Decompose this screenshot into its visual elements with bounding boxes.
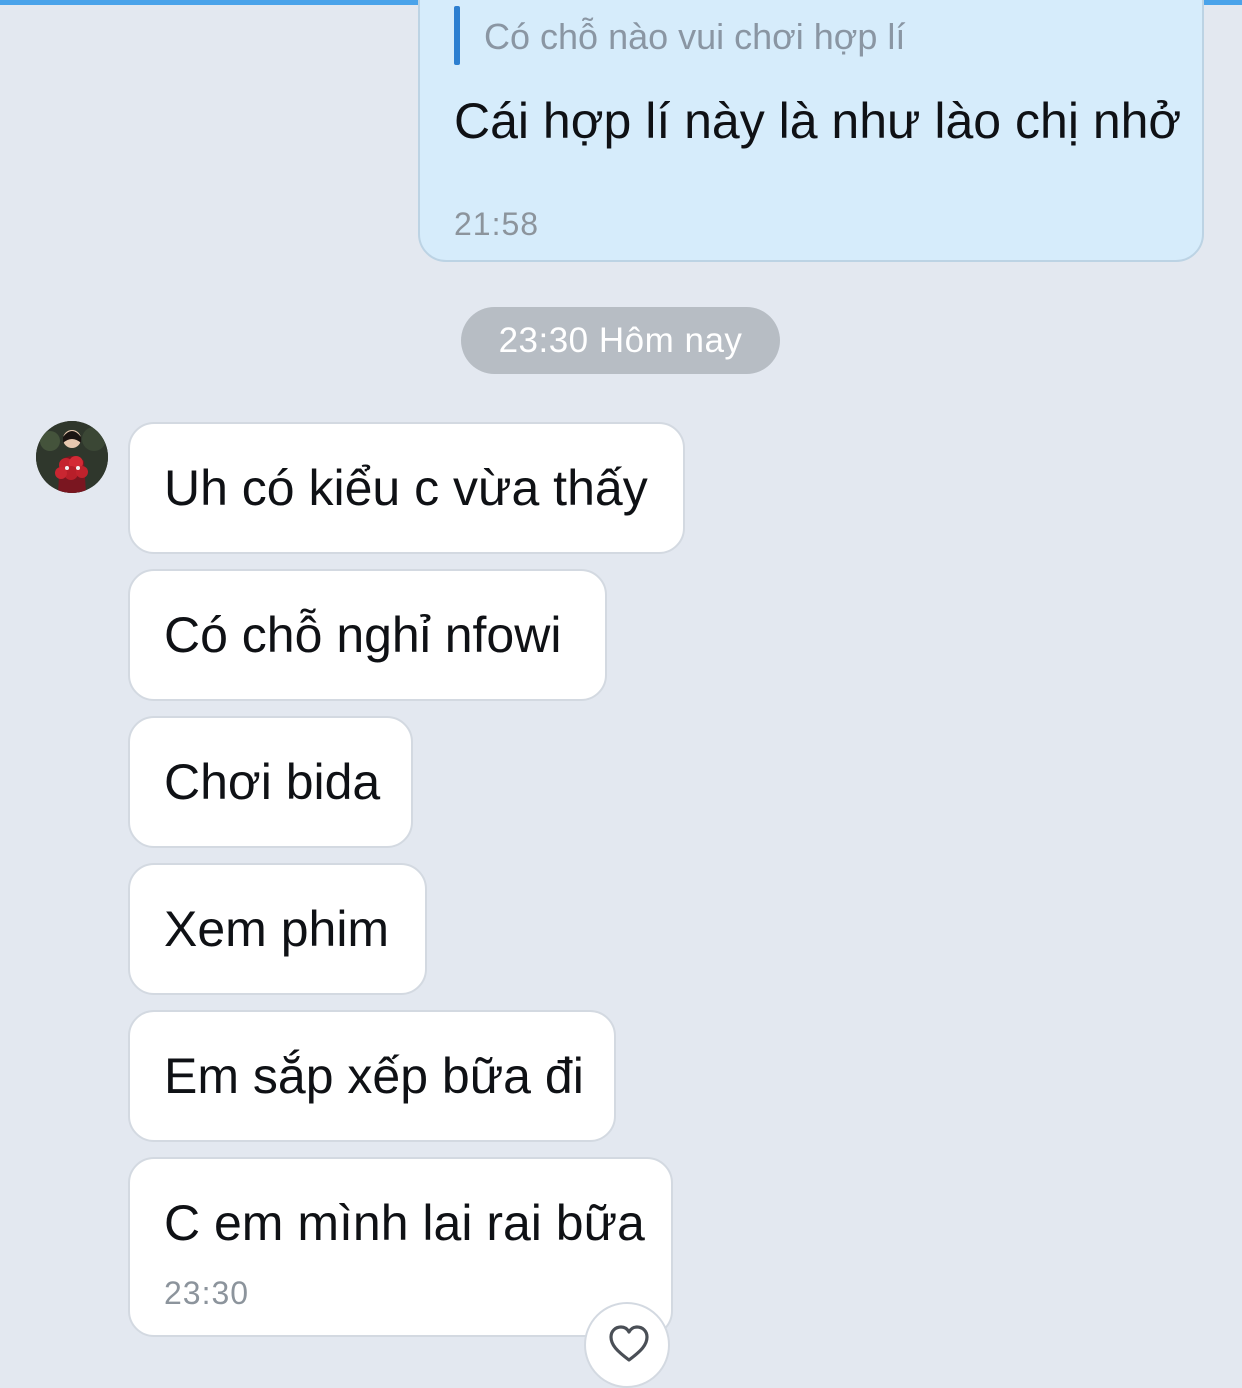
received-message-bubble[interactable]: C em mình lai rai bữa 23:30 — [128, 1157, 673, 1337]
contact-avatar[interactable] — [36, 421, 108, 493]
received-message-bubble[interactable]: Có chỗ nghỉ nfowi — [128, 569, 607, 701]
reaction-button[interactable] — [584, 1302, 670, 1388]
received-message-text: Xem phim — [164, 901, 390, 957]
received-message-text: Em sắp xếp bữa đi — [164, 1048, 584, 1104]
received-message-bubble[interactable]: Xem phim — [128, 863, 427, 995]
received-message-text: Có chỗ nghỉ nfowi — [164, 607, 562, 663]
avatar-image-icon — [36, 421, 108, 493]
received-message-bubble[interactable]: Em sắp xếp bữa đi — [128, 1010, 616, 1142]
received-message-text: Chơi bida — [164, 754, 381, 810]
received-message-text: C em mình lai rai bữa — [164, 1195, 645, 1251]
quote-bar — [454, 6, 460, 65]
received-message-bubble[interactable]: Uh có kiểu c vừa thấy — [128, 422, 685, 554]
received-message-bubble[interactable]: Chơi bida — [128, 716, 413, 848]
received-message-time: 23:30 — [164, 1275, 250, 1311]
sent-message-time: 21:58 — [454, 206, 540, 242]
date-separator: 23:30 Hôm nay — [461, 307, 780, 374]
heart-icon — [609, 1325, 649, 1362]
quoted-message-text[interactable]: Có chỗ nào vui chơi hợp lí — [484, 16, 905, 58]
sent-message-text: Cái hợp lí này là như lào chị nhở — [454, 93, 1182, 149]
sent-message-bubble[interactable]: Có chỗ nào vui chơi hợp lí Cái hợp lí nà… — [418, 0, 1204, 262]
received-message-text: Uh có kiểu c vừa thấy — [164, 460, 648, 516]
